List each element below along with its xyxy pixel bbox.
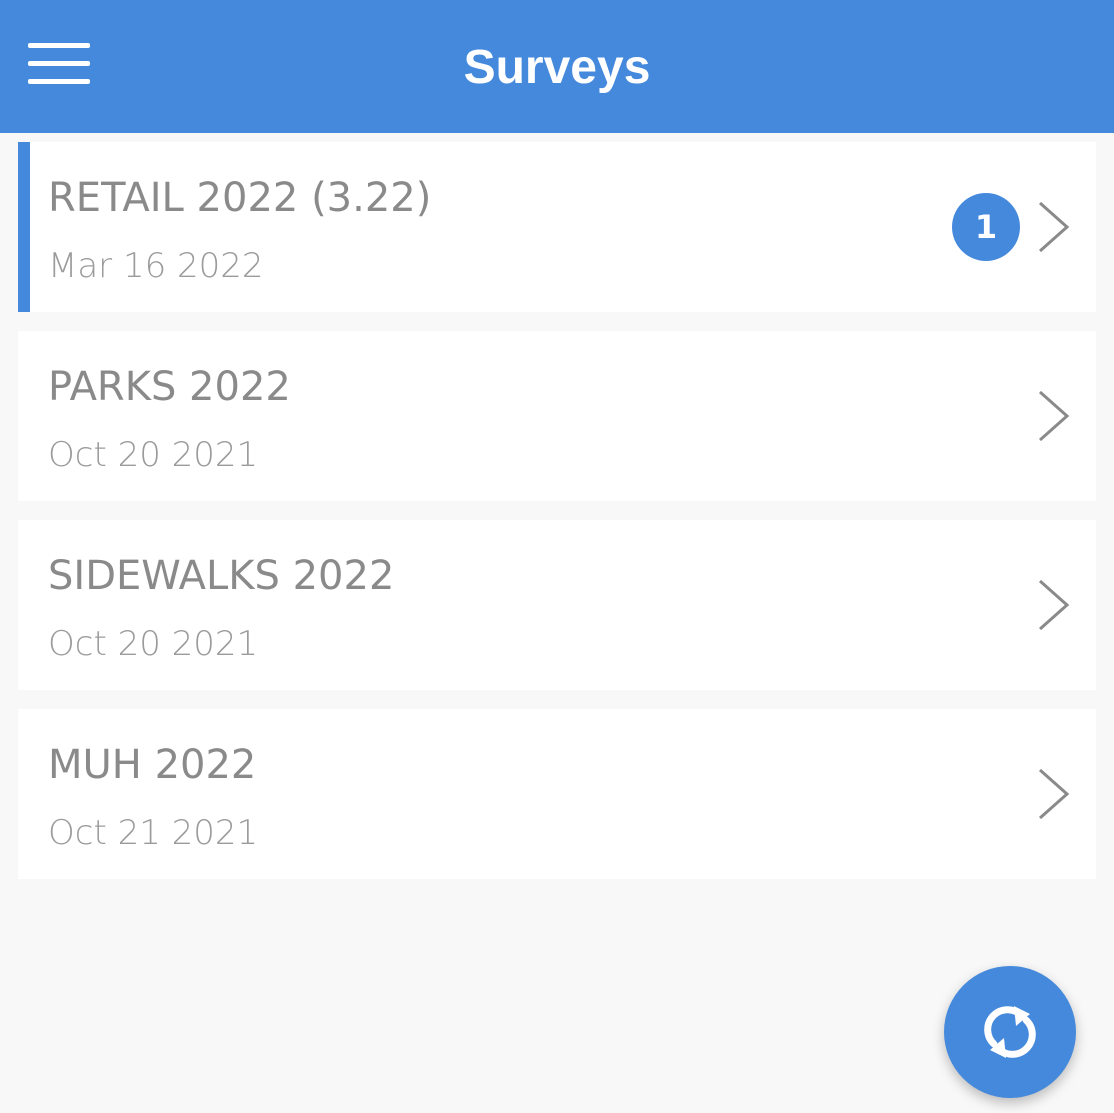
survey-date: Oct 20 2021 xyxy=(48,624,259,664)
chevron-right-icon xyxy=(1039,390,1070,442)
survey-date: Oct 20 2021 xyxy=(48,435,259,475)
sync-icon xyxy=(984,1006,1036,1058)
chevron-right-icon xyxy=(1039,201,1070,253)
survey-item-parks[interactable]: PARKS 2022 Oct 20 2021 xyxy=(18,331,1096,501)
chevron-right-icon xyxy=(1039,579,1070,631)
survey-item-sidewalks[interactable]: SIDEWALKS 2022 Oct 20 2021 xyxy=(18,520,1096,690)
survey-title: MUH 2022 xyxy=(48,742,257,788)
survey-title: RETAIL 2022 (3.22) xyxy=(48,175,432,221)
chevron-right-icon xyxy=(1039,768,1070,820)
sync-button[interactable] xyxy=(944,966,1076,1098)
survey-date: Oct 21 2021 xyxy=(48,813,259,853)
count-badge: 1 xyxy=(952,193,1020,261)
survey-date: Mar 16 2022 xyxy=(48,246,264,286)
survey-item-muh[interactable]: MUH 2022 Oct 21 2021 xyxy=(18,709,1096,879)
survey-title: PARKS 2022 xyxy=(48,364,291,410)
app-bar: Surveys xyxy=(0,0,1114,133)
survey-item-retail[interactable]: RETAIL 2022 (3.22) Mar 16 2022 1 xyxy=(18,142,1096,312)
page-title: Surveys xyxy=(463,41,651,94)
survey-title: SIDEWALKS 2022 xyxy=(48,553,395,599)
survey-list: RETAIL 2022 (3.22) Mar 16 2022 1 PARKS 2… xyxy=(18,142,1096,898)
